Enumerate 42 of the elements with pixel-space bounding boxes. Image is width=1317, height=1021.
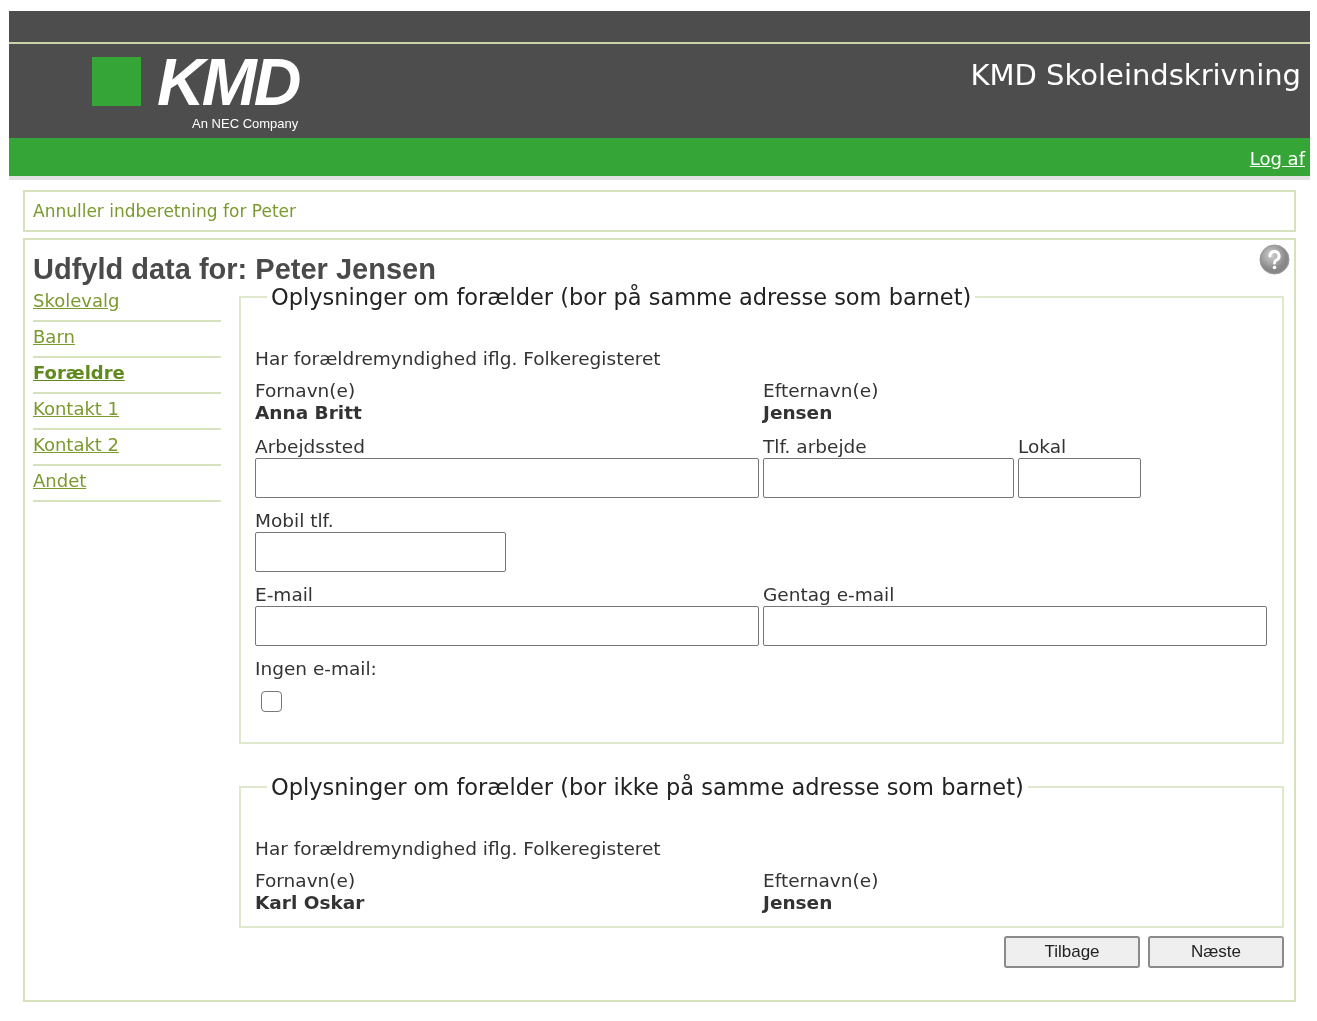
page-heading: Udfyld data for: Peter Jensen xyxy=(33,252,436,286)
field-label: Fornavn(e) xyxy=(255,870,357,892)
field-value: Jensen xyxy=(763,892,834,914)
field-value: Jensen xyxy=(763,402,834,424)
nav-link[interactable]: Kontakt 2 xyxy=(33,430,221,466)
input-field[interactable] xyxy=(763,458,1014,498)
logo-wordmark: KMD xyxy=(157,57,299,107)
logo-tagline: An NEC Company xyxy=(192,116,299,131)
nav-button[interactable]: Tilbage xyxy=(1004,936,1140,968)
field-label: E-mail xyxy=(255,584,314,606)
logout-link[interactable]: Log af xyxy=(1249,147,1305,169)
logo-square-icon xyxy=(92,57,141,106)
nav-button[interactable]: Næste xyxy=(1148,936,1284,968)
checkbox[interactable] xyxy=(261,691,282,712)
field-label: Mobil tlf. xyxy=(255,510,335,532)
field-value: Karl Oskar xyxy=(255,892,366,914)
field-label: Fornavn(e) xyxy=(255,380,357,402)
nav-link[interactable]: Forældre xyxy=(33,358,221,394)
nav-link[interactable]: Kontakt 1 xyxy=(33,394,221,430)
field-value: Anna Britt xyxy=(255,402,363,424)
input-field[interactable] xyxy=(255,606,759,646)
checkbox-label: Ingen e-mail: xyxy=(255,658,378,679)
field-label: Arbejdssted xyxy=(255,436,366,458)
section-title: Oplysninger om forælder (bor på samme adresse som barnet) xyxy=(270,284,973,310)
field-label: Gentag e-mail xyxy=(763,584,896,606)
input-field[interactable] xyxy=(763,606,1267,646)
input-field[interactable] xyxy=(255,532,506,572)
input-field[interactable] xyxy=(1018,458,1141,498)
field-label: Tlf. arbejde xyxy=(763,436,868,458)
help-icon[interactable] xyxy=(1259,244,1290,275)
section-title: Oplysninger om forælder (bor ikke på samme adresse som barnet) xyxy=(270,774,1025,800)
field-label: Efternavn(e) xyxy=(763,380,880,402)
custody-note: Har forældremyndighed iflg. Folkeregisteret xyxy=(255,838,662,860)
nav-link[interactable]: Andet xyxy=(33,466,221,502)
nav-link[interactable]: Barn xyxy=(33,322,221,358)
custody-note: Har forældremyndighed iflg. Folkeregisteret xyxy=(255,348,662,370)
nav-link[interactable]: Skolevalg xyxy=(33,286,221,322)
field-label: Lokal xyxy=(1018,436,1068,458)
input-field[interactable] xyxy=(255,458,759,498)
cancel-link[interactable]: Annuller indberetning for Peter xyxy=(33,201,296,221)
field-label: Efternavn(e) xyxy=(763,870,880,892)
app-title: KMD Skoleindskrivning xyxy=(970,58,1301,92)
